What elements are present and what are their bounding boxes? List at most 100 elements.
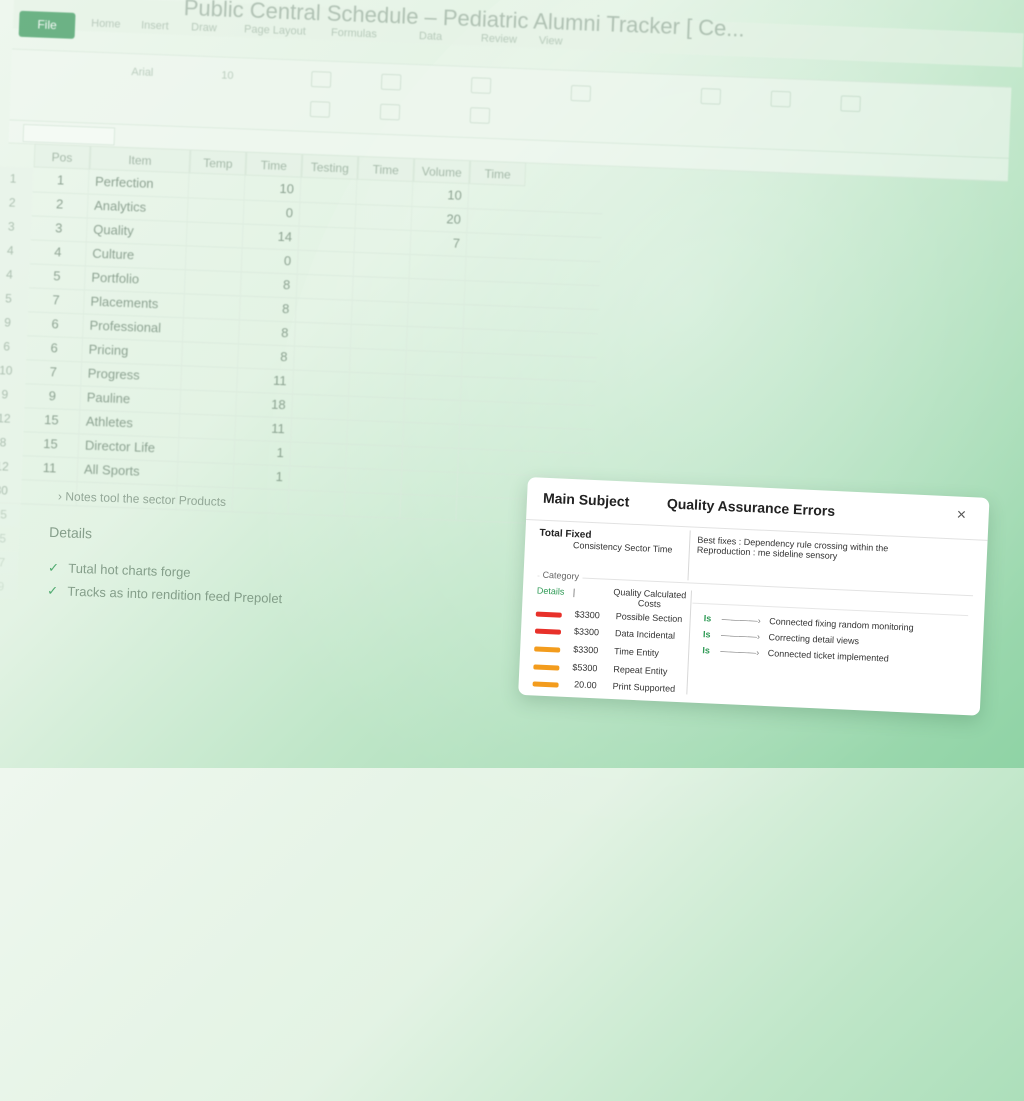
action-item[interactable]: Is ————› Connected ticket implemented [702, 645, 889, 663]
cell[interactable]: 3 [30, 215, 88, 242]
cell[interactable] [356, 179, 414, 206]
cell[interactable] [354, 227, 412, 254]
cell[interactable] [344, 491, 402, 518]
cell[interactable] [355, 203, 413, 230]
row-number[interactable]: 15 [0, 525, 20, 552]
cell[interactable] [293, 369, 350, 396]
cell[interactable]: 15 [23, 407, 81, 434]
error-row[interactable]: $3300 Data Incidental [534, 624, 675, 641]
cell[interactable]: 9 [24, 383, 82, 410]
cell[interactable] [186, 221, 244, 248]
cell[interactable]: 8 [238, 343, 295, 370]
number-format-icon[interactable] [570, 84, 592, 102]
cell[interactable]: 1 [32, 167, 90, 194]
cell[interactable] [400, 493, 458, 520]
cell[interactable]: 8 [238, 319, 296, 346]
cell[interactable] [406, 325, 464, 353]
ribbon-tab-data[interactable]: Data [419, 30, 443, 43]
cell[interactable] [178, 437, 236, 464]
cell[interactable] [352, 275, 410, 302]
cell[interactable] [291, 417, 349, 444]
cell[interactable] [183, 293, 241, 320]
cell[interactable] [349, 347, 407, 374]
font-color-icon[interactable] [469, 107, 491, 124]
ribbon-tab-insert[interactable]: Insert [141, 19, 169, 32]
cell[interactable] [183, 317, 240, 344]
cell[interactable] [298, 225, 356, 252]
cell[interactable]: 20 [411, 205, 469, 233]
row-number[interactable]: 6 [0, 333, 28, 360]
cell[interactable] [408, 277, 466, 305]
row-number[interactable]: 1 [0, 165, 34, 192]
cell[interactable] [288, 489, 346, 516]
row-number[interactable]: 9 [0, 309, 29, 336]
cell[interactable] [405, 349, 463, 377]
cell[interactable]: 6 [27, 311, 85, 338]
align-left-icon[interactable] [380, 73, 402, 91]
cell[interactable] [404, 397, 461, 424]
cell[interactable] [300, 177, 358, 204]
error-row[interactable]: $3300 Time Entity [534, 642, 659, 658]
cell[interactable]: 7 [25, 359, 83, 386]
cell[interactable] [295, 297, 353, 324]
column-header[interactable]: Volume [413, 158, 471, 185]
cell[interactable]: 14 [242, 223, 300, 250]
cell[interactable]: 6 [26, 335, 84, 362]
row-number[interactable]: 12 [0, 453, 23, 480]
cell[interactable] [405, 373, 462, 400]
close-icon[interactable]: × [956, 506, 966, 524]
cell[interactable] [232, 487, 290, 514]
cell[interactable]: 1 [234, 439, 292, 466]
cell[interactable] [177, 461, 235, 488]
cell[interactable] [182, 341, 239, 368]
cell[interactable]: 0 [243, 199, 301, 226]
row-number[interactable]: 4 [0, 237, 31, 264]
cell[interactable] [348, 395, 406, 422]
cell[interactable] [401, 469, 459, 496]
column-header[interactable]: Pos [33, 143, 91, 170]
cell[interactable] [180, 389, 238, 416]
cell[interactable] [296, 273, 354, 300]
column-header[interactable]: Temp [189, 149, 247, 176]
cell[interactable] [292, 393, 350, 420]
ribbon-tab-page-layout[interactable]: Page Layout [244, 23, 306, 37]
details-tab[interactable]: Details | [537, 586, 576, 598]
ribbon-tab-view[interactable]: View [539, 35, 563, 48]
cell[interactable]: 2 [31, 191, 89, 218]
cell[interactable] [347, 419, 405, 446]
cell[interactable]: 7 [28, 287, 85, 314]
cell[interactable]: 11 [21, 455, 79, 482]
insert-cells-icon[interactable] [700, 87, 722, 105]
cell[interactable] [403, 421, 461, 448]
row-number[interactable]: 9 [0, 381, 26, 408]
row-number[interactable]: 5 [0, 285, 29, 312]
cell[interactable]: 11 [237, 367, 295, 394]
cell[interactable] [346, 443, 404, 470]
cell[interactable] [185, 245, 243, 272]
cell[interactable]: 11 [235, 415, 293, 442]
cell[interactable] [297, 249, 355, 276]
column-header[interactable]: Time [357, 155, 415, 183]
font-name-dropdown[interactable]: Arial [131, 66, 153, 79]
row-number[interactable]: 25 [0, 501, 21, 528]
cell[interactable] [299, 201, 357, 228]
cell[interactable]: 8 [240, 271, 298, 298]
column-header[interactable]: Testing [301, 153, 359, 180]
cell[interactable] [187, 197, 245, 224]
cell[interactable]: 18 [236, 391, 294, 418]
ribbon-tab-home[interactable]: Home [91, 18, 121, 31]
cell[interactable]: 4 [29, 239, 87, 266]
row-number[interactable]: 10 [0, 357, 27, 384]
file-tab[interactable]: File [18, 10, 76, 39]
name-box[interactable] [22, 123, 116, 146]
delete-cells-icon[interactable] [770, 90, 792, 108]
row-number[interactable]: 8 [0, 429, 24, 456]
column-header[interactable]: Time [245, 151, 303, 178]
row-number[interactable]: 19 [0, 573, 18, 600]
cell[interactable]: 8 [239, 295, 297, 322]
ribbon-tab-review[interactable]: Review [481, 32, 518, 45]
cell[interactable] [290, 441, 348, 468]
error-row[interactable]: $3300 Possible Section [535, 608, 682, 624]
bold-icon[interactable] [310, 71, 332, 88]
cell[interactable]: 1 [233, 463, 291, 490]
